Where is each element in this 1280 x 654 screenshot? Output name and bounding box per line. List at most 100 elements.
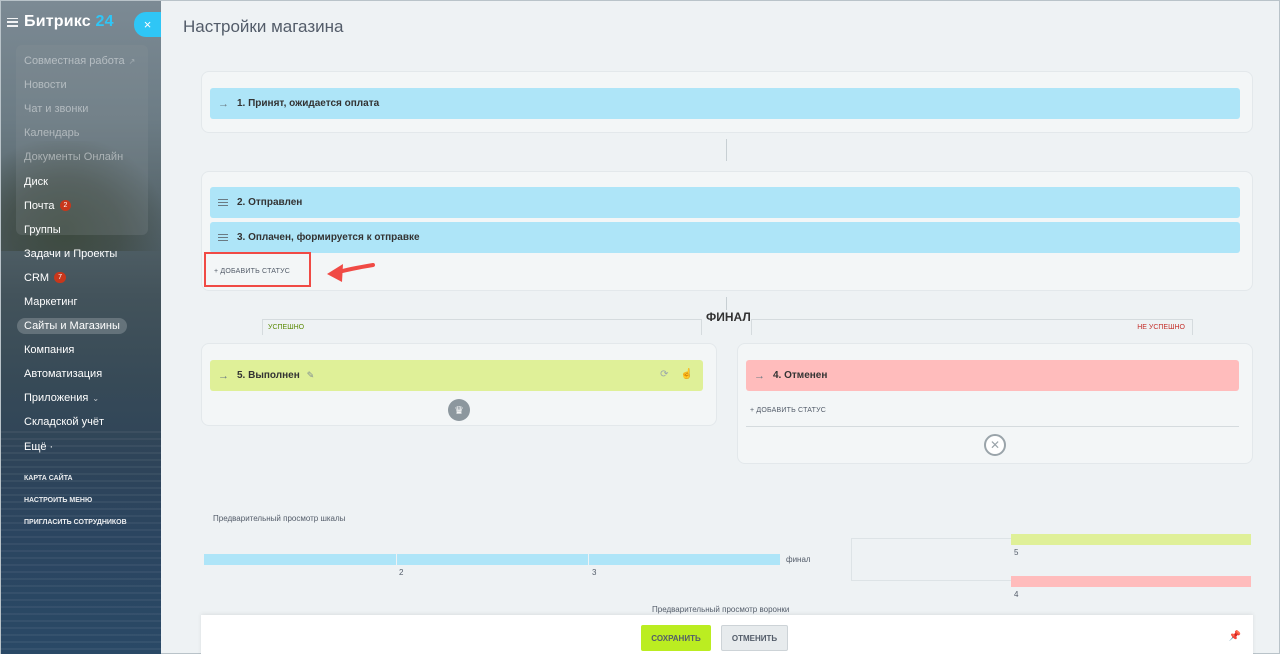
logo-text: Битрикс <box>24 13 91 30</box>
sidebar-item-label: Компания <box>24 344 75 357</box>
pin-icon[interactable]: 📌 <box>1229 631 1241 642</box>
sidebar-item-label: Задачи и Проекты <box>24 247 118 260</box>
trophy-icon: ♛ <box>448 399 470 421</box>
footer-panel: СОХРАНИТЬ ОТМЕНИТЬ 📌 <box>201 615 1253 654</box>
sidebar-system-links: КАРТА САЙТА НАСТРОИТЬ МЕНЮ ПРИГЛАСИТЬ СОТР… <box>24 467 127 533</box>
sidebar-item-label: Почта <box>24 199 55 212</box>
sidebar-item[interactable]: CRM 7 <box>24 266 135 290</box>
connector-line <box>726 297 727 311</box>
funnel-bar-fail <box>1011 576 1251 587</box>
menu-burger-icon[interactable] <box>7 17 18 27</box>
fail-tag-label: НЕ УСПЕШНО <box>1137 324 1185 331</box>
page-title: Настройки магазина <box>183 17 344 36</box>
status-label: 2. Отправлен <box>237 197 303 208</box>
status-label: 1. Принят, ожидается оплата <box>237 98 380 109</box>
status-sent[interactable]: 2. Отправлен <box>210 187 1240 218</box>
scale-segment <box>589 554 780 565</box>
close-sidebar-button[interactable]: × <box>134 12 161 37</box>
thumb-icon[interactable]: ☝ <box>681 369 693 380</box>
sidebar-item[interactable]: Автоматизация <box>24 362 135 386</box>
edit-pencil-icon[interactable]: ✎ <box>307 370 315 381</box>
funnel-number: 5 <box>1014 548 1019 557</box>
logo-number: 24 <box>95 13 114 30</box>
close-icon: × <box>143 17 152 32</box>
status-initial[interactable]: → 1. Принят, ожидается оплата <box>210 88 1240 119</box>
sidebar-item[interactable]: Почта 2 <box>24 194 135 218</box>
scale-preview-title: Предварительный просмотр шкалы <box>213 514 346 523</box>
sidebar-item-label: Сайты и Магазины <box>17 318 127 335</box>
sidebar-item[interactable]: Календарь <box>24 121 135 145</box>
scale-number: 3 <box>592 568 597 577</box>
funnel-connector <box>851 538 1011 581</box>
status-label: 4. Отменен <box>773 370 828 381</box>
scale-final-label: финал <box>786 555 811 564</box>
drag-handle-icon[interactable] <box>218 199 228 206</box>
sidebar-item[interactable]: Чат и звонки <box>24 97 135 121</box>
sidebar-item-label: Группы <box>24 223 61 236</box>
status-label: 5. Выполнен <box>237 370 300 381</box>
sidebar-item[interactable]: Группы <box>24 218 135 242</box>
scale-segment <box>397 554 588 565</box>
save-button[interactable]: СОХРАНИТЬ <box>641 625 711 651</box>
status-cancelled[interactable]: → 4. Отменен <box>746 360 1239 391</box>
funnel-preview-title: Предварительный просмотр воронки <box>652 605 790 614</box>
main-content: Настройки магазина → 1. Принят, ожидаетс… <box>161 1 1280 654</box>
chevron-icon: ⌄ <box>92 393 100 403</box>
sidebar-item-label: Приложения <box>24 392 89 405</box>
sidebar-item[interactable]: Задачи и Проекты <box>24 242 135 266</box>
sidebar-menu: Совместная работа ↗ Новости Чат и звонки Кал… <box>17 49 135 459</box>
status-paid[interactable]: 3. Оплачен, формируется к отправке <box>210 222 1240 253</box>
connector-line <box>726 139 727 161</box>
cancel-button[interactable]: ОТМЕНИТЬ <box>721 625 788 651</box>
red-arrow-icon <box>327 263 375 282</box>
sidebar-item[interactable]: Документы Онлайн <box>24 145 135 169</box>
sidebar-item-label: Новости <box>24 79 67 92</box>
divider <box>746 426 1239 427</box>
funnel-number: 4 <box>1014 590 1019 599</box>
sidebar-item[interactable]: Совместная работа ↗ <box>24 49 135 73</box>
sidebar-item-label: Складской учёт <box>24 416 104 429</box>
funnel-bar-success <box>1011 534 1251 545</box>
counter-badge: 7 <box>54 272 66 284</box>
sidebar-item-label: Ещё · <box>24 440 54 453</box>
sidebar-system-link[interactable]: ПРИГЛАСИТЬ СОТРУДНИКОВ <box>24 511 127 533</box>
highlight-box <box>204 252 311 287</box>
status-completed[interactable]: → 5. Выполнен ✎ ⟳ ☝ <box>210 360 703 391</box>
refresh-icon[interactable]: ⟳ <box>660 369 668 380</box>
sidebar-item-label: Документы Онлайн <box>24 151 124 164</box>
sidebar-system-link[interactable]: КАРТА САЙТА <box>24 467 127 489</box>
sidebar-item-label: Маркетинг <box>24 295 78 308</box>
cancel-circle-icon: ✕ <box>984 434 1006 456</box>
success-tag-label: УСПЕШНО <box>268 324 305 331</box>
sidebar-item[interactable]: Приложения ⌄ <box>24 386 135 410</box>
arrow-right-icon: → <box>754 369 765 382</box>
sidebar-item[interactable]: Складской учёт <box>24 410 135 434</box>
chevron-icon: ↗ <box>128 56 136 66</box>
sidebar-item[interactable]: Ещё · <box>24 435 135 459</box>
sidebar-item[interactable]: Новости <box>24 73 135 97</box>
logo[interactable]: Битрикс 24 <box>7 13 114 31</box>
sidebar-item-label: Чат и звонки <box>24 103 89 116</box>
sidebar-item-label: Автоматизация <box>24 368 103 381</box>
sidebar-item-label: CRM <box>24 271 50 284</box>
arrow-right-icon: → <box>218 97 229 110</box>
arrow-right-icon: → <box>218 369 229 382</box>
sidebar-item-label: Календарь <box>24 127 80 140</box>
sidebar-item[interactable]: Компания <box>24 338 135 362</box>
final-label: ФИНАЛ <box>702 310 755 324</box>
scale-segment <box>204 554 396 565</box>
sidebar-item[interactable]: Диск <box>24 169 135 193</box>
sidebar-system-link[interactable]: НАСТРОИТЬ МЕНЮ <box>24 489 127 511</box>
add-fail-status-button[interactable]: + ДОБАВИТЬ СТАТУС <box>750 407 826 414</box>
sidebar-item[interactable]: Сайты и Магазины <box>17 314 135 338</box>
scale-number: 2 <box>399 568 404 577</box>
left-sidebar: Битрикс 24 Совместная работа ↗ Новости Чат … <box>1 1 161 654</box>
status-label: 3. Оплачен, формируется к отправке <box>237 232 420 243</box>
sidebar-item-label: Совместная работа <box>24 55 125 68</box>
counter-badge: 2 <box>59 200 72 212</box>
fail-tag: НЕ УСПЕШНО <box>751 319 1193 335</box>
sidebar-item[interactable]: Маркетинг <box>24 290 135 314</box>
drag-handle-icon[interactable] <box>218 234 228 241</box>
success-tag: УСПЕШНО <box>262 319 702 335</box>
sidebar-item-label: Диск <box>24 175 48 188</box>
